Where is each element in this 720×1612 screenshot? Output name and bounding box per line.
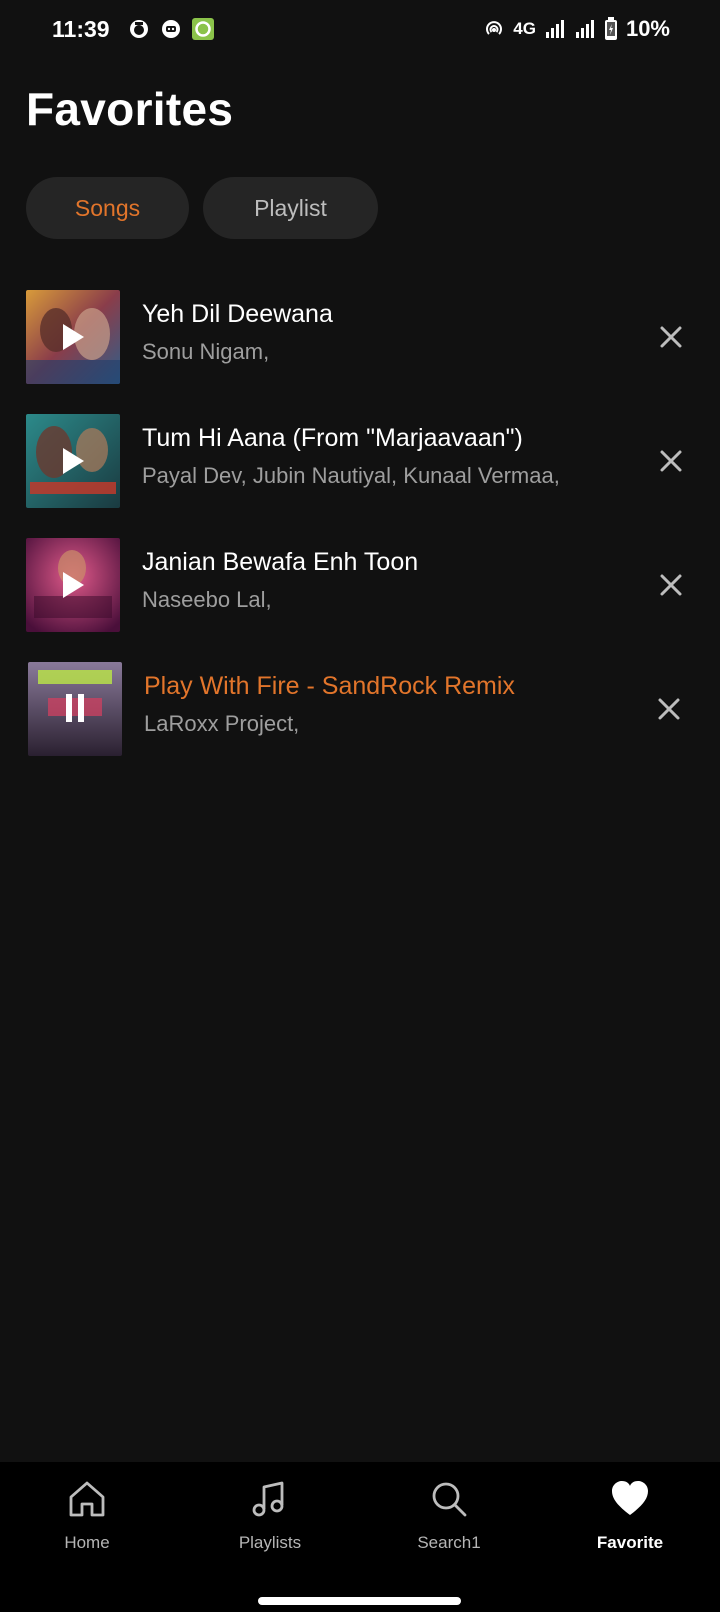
song-title: Yeh Dil Deewana [142,300,333,328]
close-icon [658,698,680,720]
status-time: 11:39 [52,16,110,42]
nav-home[interactable]: Home [12,1477,162,1553]
song-title: Tum Hi Aana (From "Marjaavaan") [142,424,523,452]
song-artist: Sonu Nigam, [142,339,270,364]
close-icon [660,326,682,348]
album-art[interactable] [26,538,120,632]
favorites-tabs: Songs Playlist [26,177,378,239]
close-icon [660,574,682,596]
remove-favorite-button[interactable] [654,568,688,602]
nav-label: Favorite [596,1533,664,1552]
album-art[interactable] [28,662,122,756]
status-system-icons: 4G 10% [483,16,670,42]
pause-icon [66,694,72,722]
network-type: 4G [513,19,536,38]
list-item[interactable]: Yeh Dil Deewana Sonu Nigam, [0,290,720,414]
status-bar: 11:39 4G 10% [0,0,720,62]
home-indicator[interactable] [258,1597,461,1605]
nav-label: Search1 [417,1533,481,1552]
notification-app-icon [162,20,180,38]
heart-icon [612,1481,648,1515]
nav-label: Home [64,1533,110,1552]
battery-percent: 10% [625,16,670,41]
nav-search[interactable]: Search1 [374,1477,524,1553]
nav-favorite[interactable]: Favorite [555,1477,705,1553]
page-title: Favorites [26,83,234,135]
battery-icon [604,17,617,40]
favorite-songs-list: Yeh Dil Deewana Sonu Nigam, Tum Hi Aana … [0,290,720,786]
signal-icon [575,20,594,38]
remove-favorite-button[interactable] [654,320,688,354]
song-artist: Payal Dev, Jubin Nautiyal, Kunaal Vermaa… [142,463,560,488]
tab-playlist[interactable]: Playlist [203,177,378,239]
remove-favorite-button[interactable] [652,692,686,726]
list-item[interactable]: Tum Hi Aana (From "Marjaavaan") Payal De… [0,414,720,538]
notification-app-icon [130,20,148,38]
song-title: Janian Bewafa Enh Toon [142,548,419,576]
tab-songs[interactable]: Songs [26,177,189,239]
album-art[interactable] [26,414,120,508]
music-note-icon [252,1481,284,1517]
signal-icon [545,20,564,38]
song-artist: LaRoxx Project, [144,711,300,736]
song-artist: Naseebo Lal, [142,587,272,612]
bottom-navigation: Home Playlists Search1 Favorite [0,1462,720,1612]
nav-playlists[interactable]: Playlists [195,1477,345,1553]
hotspot-icon [486,21,503,35]
list-item[interactable]: Play With Fire - SandRock Remix LaRoxx P… [0,662,720,786]
search-icon [432,1482,467,1517]
status-notification-icons [128,18,214,40]
notification-app-icon [192,18,214,40]
home-icon [69,1481,105,1517]
album-art[interactable] [26,290,120,384]
remove-favorite-button[interactable] [654,444,688,478]
song-title: Play With Fire - SandRock Remix [144,672,515,700]
nav-label: Playlists [238,1533,302,1552]
close-icon [660,450,682,472]
list-item[interactable]: Janian Bewafa Enh Toon Naseebo Lal, [0,538,720,662]
